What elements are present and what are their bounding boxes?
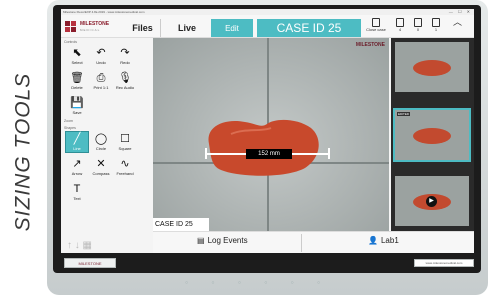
report-doc-icon: [432, 18, 440, 27]
shapes-grid: ╱ Line ◯ Circle ☐ Square ↗ Arrow ✕ Compass ∿ F…: [65, 131, 153, 203]
reports-count-button[interactable]: 1: [429, 18, 443, 38]
freehand-icon: ∿: [120, 158, 130, 170]
logo-name: MILESTONE: [80, 20, 110, 27]
measurement-handle[interactable]: [205, 148, 207, 159]
device-hardware-buttons[interactable]: ○ ○ ○ ○ ○ ○: [185, 280, 331, 286]
image-doc-icon: [396, 18, 404, 27]
compass-icon: ✕: [96, 158, 106, 170]
panel-footer-icons[interactable]: ↑ ↓ ▦: [67, 240, 92, 251]
log-icon: ▤: [197, 236, 205, 245]
thumbnail-specimen: [413, 128, 451, 144]
microphone-icon: 🎙: [118, 72, 132, 84]
device-url: www.milestonemedical.com: [414, 259, 474, 267]
thumbnail-image-selected[interactable]: EDITED: [393, 108, 471, 162]
divider: [301, 234, 302, 252]
app-logo: MILESTONE MEDICAL: [65, 19, 121, 34]
thumbnail-image[interactable]: [395, 42, 469, 92]
chevron-up-icon: ︿: [453, 17, 463, 27]
arrow-tool[interactable]: ↗ Arrow: [65, 156, 89, 178]
images-count-button[interactable]: 4: [393, 18, 407, 38]
select-tool[interactable]: ⬉ Select: [65, 45, 89, 67]
tools-panel: Controls ⬉ Select ↶ Undo ↷ Redo 🗑 Delete ⎙ Pr…: [61, 38, 153, 251]
arrow-icon: ↗: [72, 158, 82, 170]
undo-icon: ↶: [96, 47, 106, 59]
app-screen: Milestone Flexo/EXP 4.8a 2019 - www.mile…: [61, 9, 474, 253]
line-tool[interactable]: ╱ Line: [65, 131, 89, 153]
thumbnail-tag: EDITED: [397, 112, 411, 116]
log-events-button[interactable]: ▤ Log Events: [197, 236, 248, 245]
videos-count-button[interactable]: 0: [411, 18, 425, 38]
print-button[interactable]: ⎙ Print 1:1: [89, 70, 113, 92]
thumbnail-video[interactable]: ▶: [395, 176, 469, 226]
video-doc-icon: [414, 18, 422, 27]
image-viewer[interactable]: MILESTONE 152 mm CASE ID 25: [153, 38, 389, 231]
folder-close-icon: [372, 18, 380, 27]
tab-files[interactable]: Files: [125, 19, 161, 37]
save-icon: 💾: [70, 97, 84, 109]
user-button[interactable]: 👤 Lab1: [368, 236, 399, 245]
viewer-case-label: CASE ID 25: [153, 218, 209, 231]
device-logo: MILESTONE: [64, 258, 116, 268]
user-icon: 👤: [368, 236, 378, 245]
delete-button[interactable]: 🗑 Delete: [65, 70, 89, 92]
tab-edit[interactable]: Edit: [211, 19, 253, 37]
play-icon: ▶: [426, 196, 437, 207]
measurement-handle[interactable]: [328, 148, 330, 159]
trash-icon: 🗑: [70, 72, 84, 84]
save-button[interactable]: 💾 Save: [65, 95, 89, 117]
logo-sub: MEDICAL: [80, 27, 101, 32]
compass-tool[interactable]: ✕ Compass: [89, 156, 113, 178]
logo-mark-icon: [65, 20, 77, 33]
collapse-button[interactable]: ︿: [450, 18, 464, 38]
top-bar: MILESTONE MEDICAL Files Live Edit CASE I…: [61, 15, 474, 38]
case-title: CASE ID 25: [257, 19, 361, 37]
redo-icon: ↷: [120, 47, 130, 59]
text-icon: T: [73, 183, 81, 195]
kidney-specimen: [208, 119, 319, 176]
square-icon: ☐: [120, 133, 130, 145]
thumbnail-strip: EDITED ▶: [391, 38, 474, 231]
circle-icon: ◯: [94, 133, 108, 145]
freehand-tool[interactable]: ∿ Freehand: [113, 156, 137, 178]
zoom-section-title: Zoom: [64, 119, 73, 123]
rec-audio-button[interactable]: 🎙 Rec Audio: [113, 70, 137, 92]
circle-tool[interactable]: ◯ Circle: [89, 131, 113, 153]
text-tool[interactable]: T Text: [65, 181, 89, 203]
measurement-label: 152 mm: [246, 149, 292, 159]
bottom-bar: ▤ Log Events 👤 Lab1: [153, 231, 474, 253]
line-icon: ╱: [73, 133, 81, 145]
tab-live[interactable]: Live: [165, 19, 209, 37]
controls-grid: ⬉ Select ↶ Undo ↷ Redo 🗑 Delete ⎙ Print 1:1 🎙…: [65, 45, 153, 117]
select-icon: ⬉: [72, 47, 82, 59]
viewer-watermark: MILESTONE: [355, 42, 385, 48]
undo-button[interactable]: ↶ Undo: [89, 45, 113, 67]
thumbnail-specimen: [413, 60, 451, 76]
close-case-button[interactable]: Close case: [364, 18, 388, 38]
printer-icon: ⎙: [96, 72, 106, 84]
side-title: SIZING TOOLS: [11, 72, 34, 232]
square-tool[interactable]: ☐ Square: [113, 131, 137, 153]
redo-button[interactable]: ↷ Redo: [113, 45, 137, 67]
